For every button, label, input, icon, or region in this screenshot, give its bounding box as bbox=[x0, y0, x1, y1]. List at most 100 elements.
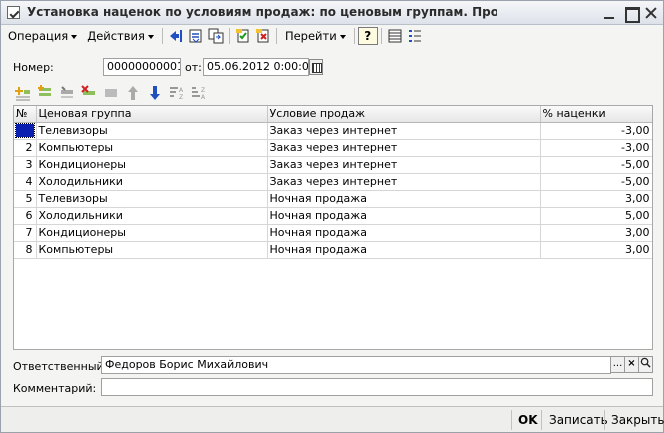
dialog-button-bar: OK Записать Закрыть bbox=[1, 406, 664, 432]
move-back-icon[interactable] bbox=[166, 27, 186, 45]
table-row[interactable]: 7 Кондиционеры Ночная продажа 3,00 bbox=[14, 224, 652, 242]
column-header-markup[interactable]: % наценки bbox=[540, 106, 652, 123]
price-group-cell[interactable]: Компьютеры bbox=[36, 139, 268, 157]
sort-ascending-icon[interactable]: AZ bbox=[167, 84, 186, 102]
close-window-button[interactable] bbox=[643, 5, 659, 21]
column-header-number[interactable]: № bbox=[14, 106, 37, 123]
sale-condition-cell[interactable]: Ночная продажа bbox=[267, 207, 541, 225]
edit-row-icon[interactable] bbox=[57, 84, 76, 102]
button-divider bbox=[511, 410, 512, 430]
main-toolbar: Операция Действия Перейти ? bbox=[3, 26, 661, 46]
price-group-cell[interactable]: Кондиционеры bbox=[36, 156, 268, 174]
structure-icon[interactable] bbox=[206, 27, 226, 45]
price-group-cell[interactable]: Телевизоры bbox=[36, 190, 268, 208]
table-row[interactable]: 8 Компьютеры Ночная продажа 3,00 bbox=[14, 241, 652, 259]
move-up-icon[interactable] bbox=[123, 84, 142, 102]
price-group-cell[interactable]: Кондиционеры bbox=[36, 224, 268, 242]
sort-descending-icon[interactable]: ZA bbox=[189, 84, 208, 102]
unpost-document-icon[interactable] bbox=[253, 27, 273, 45]
price-group-cell[interactable]: Холодильники bbox=[36, 173, 268, 191]
row-number-cell: 5 bbox=[14, 190, 37, 208]
operation-menu-label: Операция bbox=[8, 29, 69, 43]
comment-field[interactable] bbox=[101, 378, 653, 396]
sale-condition-cell[interactable]: Ночная продажа bbox=[267, 190, 541, 208]
toolbar-divider bbox=[161, 28, 163, 44]
svg-text:Z: Z bbox=[179, 94, 183, 101]
copy-row-icon[interactable] bbox=[35, 84, 54, 102]
sale-condition-cell[interactable]: Ночная продажа bbox=[267, 224, 541, 242]
date-field[interactable]: 05.06.2012 0:00:00 bbox=[203, 58, 309, 76]
delete-row-icon[interactable] bbox=[79, 84, 98, 102]
sale-condition-cell[interactable]: Заказ через интернет bbox=[267, 139, 541, 157]
comment-label: Комментарий: bbox=[13, 382, 97, 395]
sale-condition-cell[interactable]: Заказ через интернет bbox=[267, 173, 541, 191]
post-document-icon[interactable] bbox=[233, 27, 253, 45]
toolbar-divider bbox=[380, 28, 382, 44]
sale-condition-cell[interactable]: Заказ через интернет bbox=[267, 122, 541, 140]
document-icon bbox=[7, 6, 20, 19]
list-settings-icon[interactable] bbox=[385, 27, 405, 45]
help-icon: ? bbox=[364, 29, 372, 43]
column-header-sale-condition[interactable]: Условие продаж bbox=[267, 106, 541, 123]
column-settings-icon[interactable] bbox=[405, 27, 425, 45]
actions-menu-label: Действия bbox=[87, 29, 145, 43]
table-row[interactable]: 2 Компьютеры Заказ через интернет -3,00 bbox=[14, 139, 652, 157]
table-row[interactable]: Телевизоры Заказ через интернет -3,00 bbox=[14, 122, 652, 140]
toolbar-divider bbox=[228, 28, 230, 44]
markup-cell[interactable]: 3,00 bbox=[540, 224, 652, 242]
clear-responsible-button[interactable]: × bbox=[624, 356, 639, 373]
select-responsible-button[interactable]: ... bbox=[610, 356, 625, 373]
chevron-down-icon bbox=[147, 34, 154, 39]
responsible-label: Ответственный: bbox=[13, 360, 108, 373]
operation-menu[interactable]: Операция bbox=[3, 27, 82, 45]
markup-cell[interactable]: -3,00 bbox=[540, 122, 652, 140]
svg-text:A: A bbox=[179, 87, 184, 94]
markup-cell[interactable]: -5,00 bbox=[540, 173, 652, 191]
selected-cell-cursor bbox=[15, 123, 35, 138]
goto-menu-label: Перейти bbox=[284, 29, 337, 43]
table-row[interactable]: 6 Холодильники Ночная продажа 5,00 bbox=[14, 207, 652, 225]
price-group-cell[interactable]: Компьютеры bbox=[36, 241, 268, 259]
row-number-cell: 3 bbox=[14, 156, 37, 174]
sale-condition-cell[interactable]: Заказ через интернет bbox=[267, 156, 541, 174]
move-down-icon[interactable] bbox=[145, 84, 164, 102]
actions-menu[interactable]: Действия bbox=[82, 27, 159, 45]
help-button[interactable]: ? bbox=[357, 27, 378, 45]
markup-cell[interactable]: 3,00 bbox=[540, 241, 652, 259]
number-field[interactable]: 00000000001 bbox=[103, 58, 181, 76]
svg-text:Z: Z bbox=[201, 87, 205, 94]
row-number-cell: 4 bbox=[14, 173, 37, 191]
document-movements-icon[interactable] bbox=[186, 27, 206, 45]
save-button[interactable]: Записать bbox=[545, 411, 612, 429]
maximize-button[interactable] bbox=[623, 5, 640, 23]
table-row[interactable]: 5 Телевизоры Ночная продажа 3,00 bbox=[14, 190, 652, 208]
markup-cell[interactable]: 3,00 bbox=[540, 190, 652, 208]
title-bar[interactable]: Установка наценок по условиям продаж: по… bbox=[1, 1, 663, 25]
toolbar-divider bbox=[275, 28, 277, 44]
price-group-cell[interactable]: Холодильники bbox=[36, 207, 268, 225]
calendar-icon[interactable] bbox=[309, 59, 323, 75]
markup-cell[interactable]: -5,00 bbox=[540, 156, 652, 174]
markup-table[interactable]: № Ценовая группа Условие продаж % наценк… bbox=[13, 105, 653, 350]
goto-menu[interactable]: Перейти bbox=[280, 27, 351, 45]
column-header-price-group[interactable]: Ценовая группа bbox=[36, 106, 268, 123]
responsible-field[interactable]: Федоров Борис Михайлович bbox=[101, 356, 611, 374]
ok-button[interactable]: OK bbox=[514, 411, 542, 429]
markup-cell[interactable]: 5,00 bbox=[540, 207, 652, 225]
table-row[interactable]: 3 Кондиционеры Заказ через интернет -5,0… bbox=[14, 156, 652, 174]
table-header: № Ценовая группа Условие продаж % наценк… bbox=[14, 106, 652, 123]
row-number-cell: 8 bbox=[14, 241, 37, 259]
row-number-cell bbox=[14, 122, 37, 140]
row-number-cell: 6 bbox=[14, 207, 37, 225]
sale-condition-cell[interactable]: Ночная продажа bbox=[267, 241, 541, 259]
add-row-icon[interactable] bbox=[13, 84, 32, 102]
close-button[interactable]: Закрыть bbox=[607, 411, 664, 429]
table-row[interactable]: 4 Холодильники Заказ через интернет -5,0… bbox=[14, 173, 652, 191]
minimize-button[interactable] bbox=[601, 5, 617, 21]
document-window: Установка наценок по условиям продаж: по… bbox=[0, 0, 664, 433]
svg-text:A: A bbox=[201, 94, 206, 101]
markup-cell[interactable]: -3,00 bbox=[540, 139, 652, 157]
price-group-cell[interactable]: Телевизоры bbox=[36, 122, 268, 140]
end-edit-icon[interactable] bbox=[101, 84, 120, 102]
open-responsible-button[interactable] bbox=[638, 356, 653, 373]
